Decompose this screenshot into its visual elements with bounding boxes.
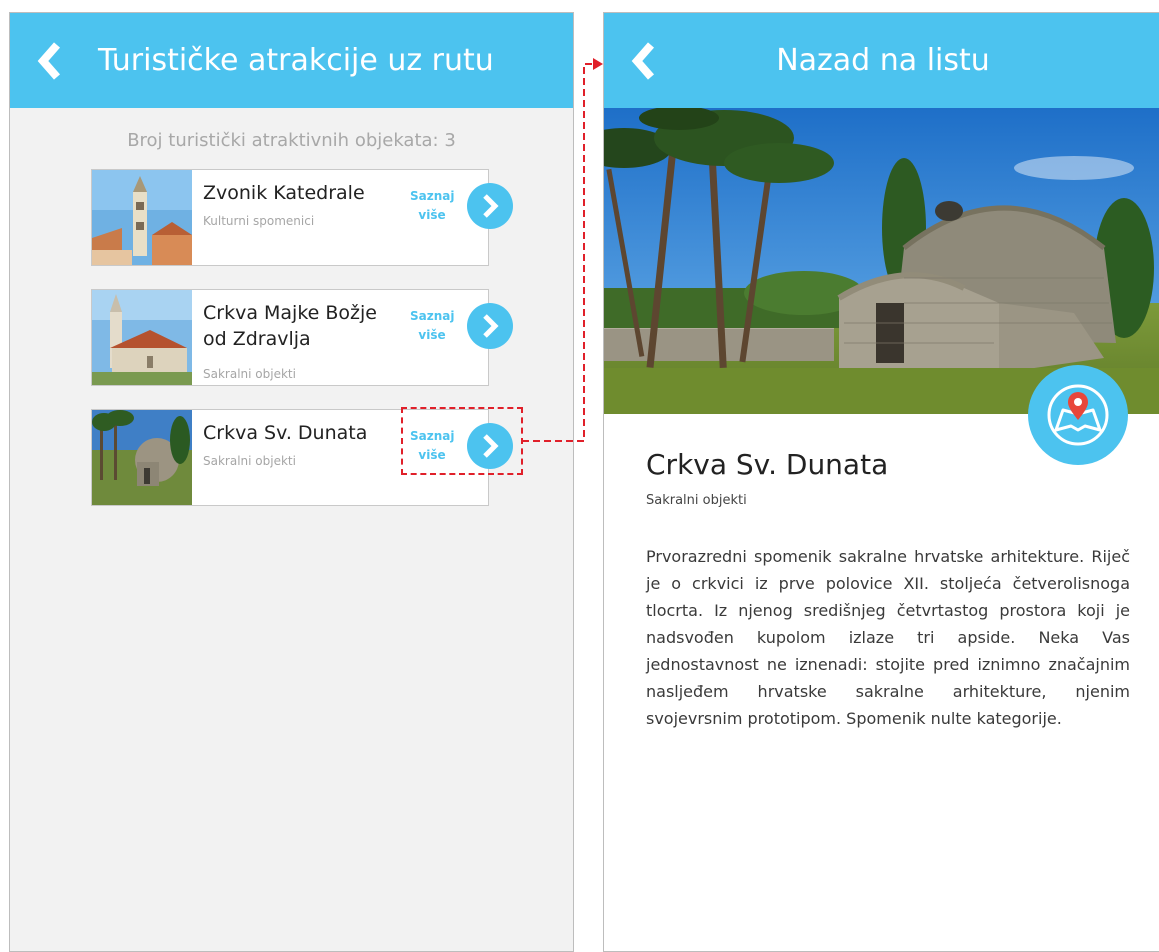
- attraction-description: Prvorazredni spomenik sakralne hrvatske …: [646, 547, 1130, 728]
- attraction-title: Crkva Sv. Dunata: [646, 448, 889, 481]
- attraction-title: Crkva Majke Božje od Zdravlja: [203, 302, 377, 350]
- attractions-list-screen: Turističke atrakcije uz rutu Broj turist…: [9, 12, 574, 952]
- attraction-card[interactable]: Zvonik Katedrale Kulturni spomenici Sazn…: [91, 169, 513, 266]
- attraction-category: Sakralni objekti: [203, 454, 296, 468]
- more-link[interactable]: Saznaj više: [410, 187, 454, 225]
- map-pin-icon: [1047, 384, 1109, 446]
- attraction-detail-screen: Nazad na listu Crkva Sv. Dunata Sakralni…: [603, 12, 1159, 952]
- list-header: Turističke atrakcije uz rutu: [10, 13, 573, 108]
- attraction-category: Kulturni spomenici: [203, 214, 315, 228]
- highlight-box: [401, 407, 523, 475]
- attraction-count: Broj turistički atraktivnih objekata: 3: [127, 130, 456, 151]
- more-button[interactable]: [467, 183, 513, 229]
- attraction-thumbnail: [92, 170, 192, 265]
- attraction-card[interactable]: Crkva Majke Božje od Zdravlja Sakralni o…: [91, 289, 513, 386]
- more-button[interactable]: [467, 303, 513, 349]
- chevron-left-icon: [37, 41, 61, 80]
- back-button[interactable]: [20, 13, 80, 108]
- page-title: Turističke atrakcije uz rutu: [98, 43, 494, 78]
- attraction-title: Zvonik Katedrale: [203, 182, 365, 204]
- detail-header: Nazad na listu: [604, 13, 1159, 108]
- attraction-category: Sakralni objekti: [646, 493, 747, 508]
- more-link[interactable]: Saznaj više: [410, 307, 454, 345]
- attraction-category: Sakralni objekti: [203, 367, 296, 381]
- back-to-list-title[interactable]: Nazad na listu: [604, 13, 1159, 108]
- attraction-title: Crkva Sv. Dunata: [203, 422, 368, 444]
- chevron-right-icon: [483, 314, 499, 338]
- map-button[interactable]: [1028, 365, 1128, 465]
- chevron-right-icon: [483, 194, 499, 218]
- flow-arrow: [522, 58, 603, 442]
- attraction-thumbnail: [92, 290, 192, 385]
- attraction-thumbnail: [92, 410, 192, 505]
